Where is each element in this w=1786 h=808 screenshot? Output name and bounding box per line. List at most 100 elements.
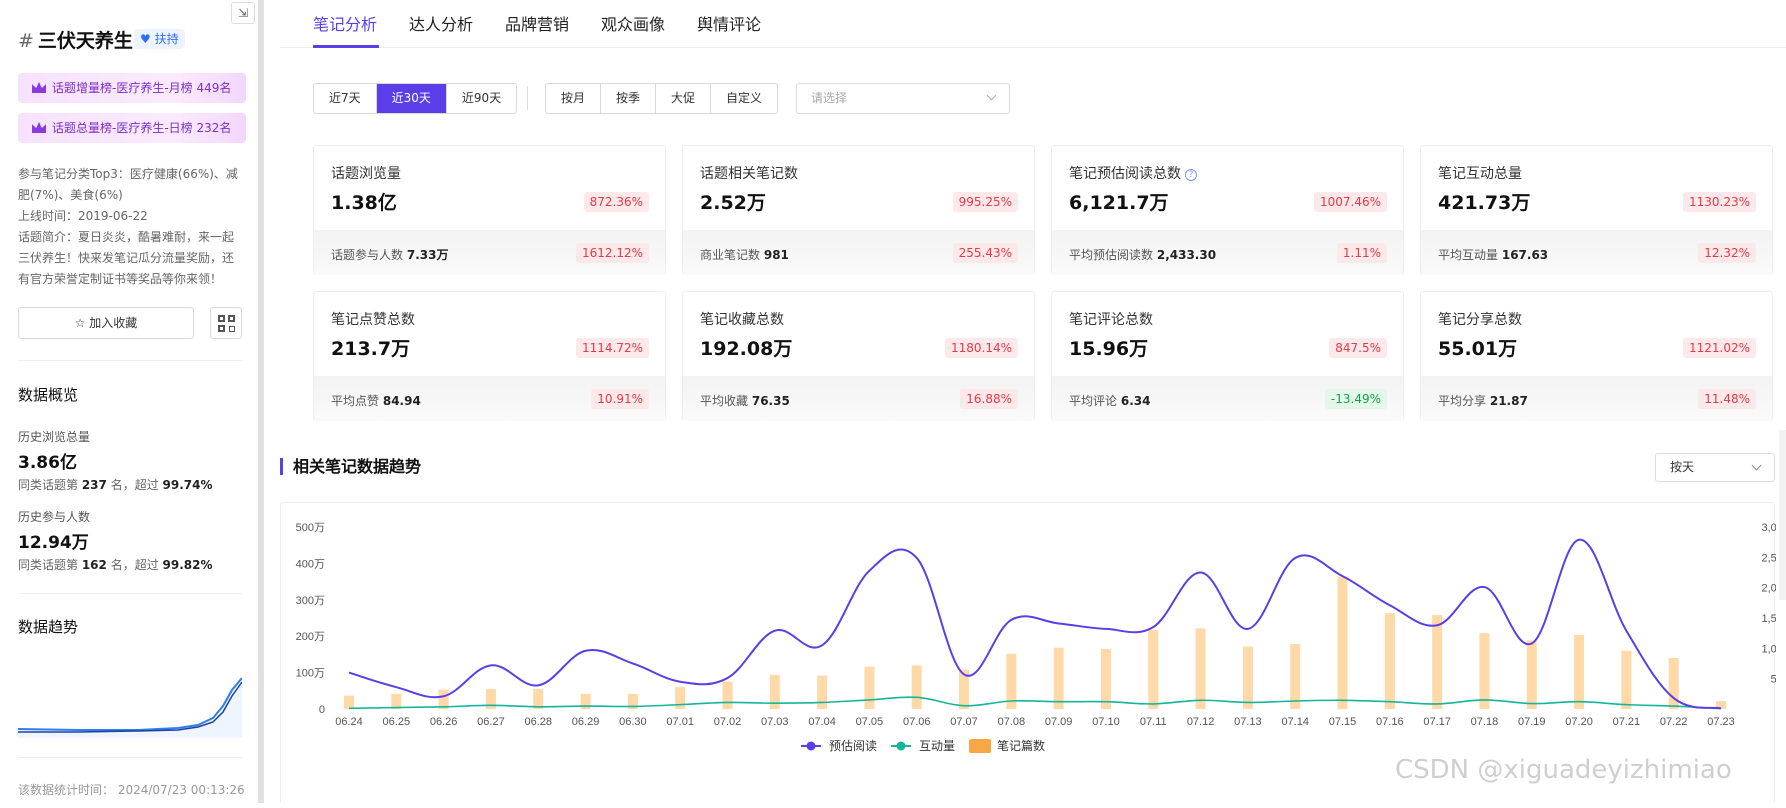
metric-change-badge: 1130.23% — [1682, 192, 1756, 212]
bar-notes-count — [1384, 613, 1395, 709]
support-badge: ♥ 扶持 — [134, 29, 185, 49]
x-tick-label: 07.15 — [1329, 716, 1357, 728]
period-quarter-button[interactable]: 按季 — [601, 84, 657, 113]
bar-notes-count — [675, 687, 686, 709]
metric-sub-row: 话题参与人数 7.33万 1612.12% — [314, 230, 665, 275]
metric-value: 6,121.7万 — [1069, 192, 1169, 214]
tab-influencer-analysis[interactable]: 达人分析 — [409, 11, 473, 35]
sidebar-scrollbar[interactable] — [258, 0, 264, 803]
metric-card[interactable]: 笔记分享总数 55.01万 1121.02% 平均分享 21.87 11.48% — [1420, 291, 1773, 421]
bar-notes-count — [1100, 648, 1111, 709]
range-30d-button[interactable]: 近30天 — [376, 84, 447, 113]
metric-sub-change-badge: 1.11% — [1336, 243, 1387, 263]
period-select[interactable]: 请选择 — [796, 83, 1010, 114]
range-90d-button[interactable]: 近90天 — [446, 84, 517, 113]
metric-card[interactable]: 话题相关笔记数 2.52万 995.25% 商业笔记数 981 255.43% — [682, 145, 1035, 275]
metric-sub-label-text: 平均评论 — [1069, 394, 1118, 408]
x-tick-label: 06.25 — [383, 716, 411, 728]
metric-card[interactable]: 笔记互动总量 421.73万 1130.23% 平均互动量 167.63 12.32% — [1420, 145, 1773, 275]
topic-name: 三伏天养生 — [37, 30, 133, 52]
metric-sub-row: 商业笔记数 981 255.43% — [683, 230, 1034, 275]
help-icon[interactable]: ? — [1185, 169, 1197, 181]
watermark: CSDN @xiguadeyizhimiao — [1395, 755, 1732, 785]
y-left-tick-label: 400万 — [296, 558, 325, 570]
metric-sub-row: 平均收藏 76.35 16.88% — [683, 376, 1034, 421]
period-month-button[interactable]: 按月 — [546, 84, 602, 113]
rank-text: 名，超过 — [106, 558, 163, 572]
tab-sentiment-comments[interactable]: 舆情评论 — [697, 11, 761, 35]
rank-number: 237 — [81, 478, 107, 492]
metric-title-text: 笔记评论总数 — [1069, 312, 1153, 328]
y-left-tick-label: 100万 — [296, 668, 325, 680]
sparkline — [18, 677, 242, 738]
metric-card[interactable]: 笔记收藏总数 192.08万 1180.14% 平均收藏 76.35 16.88% — [682, 291, 1035, 421]
page-scrollbar[interactable] — [1779, 430, 1786, 600]
metric-card[interactable]: 话题浏览量 1.38亿 872.36% 话题参与人数 7.33万 1612.12% — [313, 145, 666, 275]
legend-dot-icon — [896, 741, 906, 751]
metric-value: 421.73万 — [1438, 192, 1531, 214]
tab-brand-marketing[interactable]: 品牌营销 — [505, 11, 569, 35]
metric-card[interactable]: 笔记点赞总数 213.7万 1114.72% 平均点赞 84.94 10.91% — [313, 291, 666, 421]
metric-sub-change-badge: 1612.12% — [575, 243, 649, 263]
range-7d-button[interactable]: 近7天 — [314, 84, 377, 113]
metric-title-text: 笔记分享总数 — [1438, 312, 1522, 328]
bar-notes-count — [1337, 576, 1348, 709]
collapse-icon[interactable]: ⇲ — [231, 2, 255, 24]
metric-title-text: 话题相关笔记数 — [700, 166, 798, 182]
add-favorite-button[interactable]: ☆ 加入收藏 — [18, 307, 194, 339]
metric-title: 笔记点赞总数 — [331, 309, 415, 329]
period-custom-button[interactable]: 自定义 — [711, 84, 778, 113]
x-tick-label: 07.20 — [1565, 716, 1593, 728]
metric-value: 2.52万 — [700, 192, 766, 214]
sidebar: ⇲ # 三伏天养生 ♥ 扶持 话题增量榜-医疗养生-月榜 449名 话题总量榜-医… — [0, 0, 263, 803]
rank-label: 话题总量榜-医疗养生-日榜 232名 — [52, 121, 232, 135]
bar-notes-count — [1195, 628, 1206, 709]
metric-sub-change-badge: 255.43% — [952, 243, 1018, 263]
tab-audience-profile[interactable]: 观众画像 — [601, 11, 665, 35]
x-tick-label: 07.04 — [808, 716, 836, 728]
tab-note-analysis[interactable]: 笔记分析 — [313, 11, 377, 35]
rank-percent: 99.74% — [162, 478, 213, 492]
crown-icon — [32, 82, 46, 93]
metric-change-badge: 872.36% — [583, 192, 649, 212]
metric-sub-value: 6.34 — [1120, 394, 1151, 408]
metric-sub-change-badge: 12.32% — [1698, 243, 1756, 263]
metric-sub-value: 981 — [763, 248, 789, 262]
x-tick-label: 07.02 — [714, 716, 742, 728]
metric-title-text: 笔记预估阅读总数 — [1069, 166, 1181, 182]
rank-badge-daily[interactable]: 话题总量榜-医疗养生-日榜 232名 — [18, 113, 246, 143]
bar-notes-count — [817, 675, 828, 709]
y-right-tick-label: 1,000 — [1761, 643, 1776, 655]
x-tick-label: 07.21 — [1613, 716, 1641, 728]
metric-sub-value: 21.87 — [1489, 394, 1528, 408]
line-interactions — [348, 696, 1722, 710]
x-tick-label: 07.18 — [1471, 716, 1499, 728]
x-tick-label: 06.26 — [430, 716, 458, 728]
metric-sub-value: 2,433.30 — [1156, 248, 1217, 262]
period-button-group: 按月 按季 大促 自定义 — [545, 83, 779, 114]
metric-sub-label-text: 平均收藏 — [700, 394, 749, 408]
qr-code-icon[interactable] — [210, 307, 242, 339]
history-views-rank: 同类话题第 237 名，超过 99.74% — [18, 476, 213, 493]
metric-change-badge: 1180.14% — [944, 338, 1018, 358]
rank-text: 名，超过 — [106, 478, 163, 492]
divider — [18, 593, 242, 594]
bar-notes-count — [864, 666, 875, 709]
topic-title: # 三伏天养生 — [18, 26, 133, 53]
y-right-tick-label: 1,500 — [1761, 613, 1776, 625]
x-tick-label: 07.23 — [1707, 716, 1735, 728]
metric-card[interactable]: 笔记评论总数 15.96万 847.5% 平均评论 6.34 -13.49% — [1051, 291, 1404, 421]
rank-badge-monthly[interactable]: 话题增量榜-医疗养生-月榜 449名 — [18, 73, 246, 103]
chevron-down-icon — [1751, 460, 1762, 471]
y-right-tick-label: 3,000 — [1761, 522, 1776, 534]
metric-sub-row: 平均预估阅读数 2,433.30 1.11% — [1052, 230, 1403, 275]
bar-notes-count — [911, 665, 922, 709]
period-promo-button[interactable]: 大促 — [656, 84, 712, 113]
metric-card[interactable]: 笔记预估阅读总数? 6,121.7万 1007.46% 平均预估阅读数 2,433.3… — [1051, 145, 1404, 275]
granularity-select[interactable]: 按天 — [1655, 453, 1775, 482]
info-line: 三伏养生！快来发笔记瓜分流量奖励，还 — [18, 251, 235, 265]
x-tick-label: 07.19 — [1518, 716, 1546, 728]
x-tick-label: 06.24 — [335, 716, 363, 728]
metric-title: 笔记分享总数 — [1438, 309, 1522, 329]
x-tick-label: 07.17 — [1423, 716, 1451, 728]
